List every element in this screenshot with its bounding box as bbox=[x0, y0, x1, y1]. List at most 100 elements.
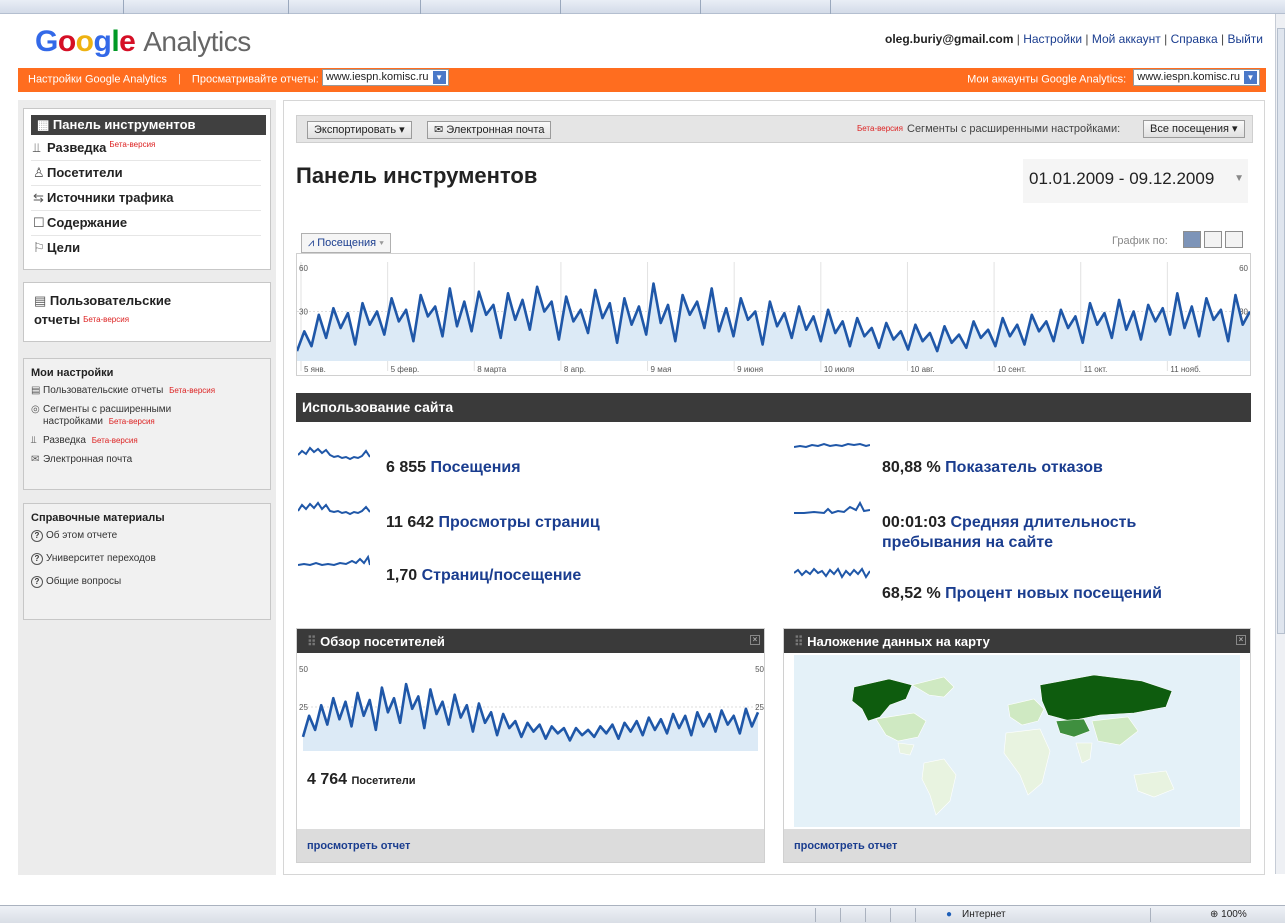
x-tick-label: 11 нояб. bbox=[1170, 365, 1201, 374]
metric-label[interactable]: Показатель отказов bbox=[945, 459, 1103, 476]
metric-value: 1,70 bbox=[386, 567, 418, 584]
nav-item-goals[interactable]: ⚐ Цели bbox=[31, 237, 261, 261]
graph-by-label: График по: bbox=[1112, 235, 1168, 247]
my-settings-intelligence[interactable]: ⫫ Разведка Бета-версия bbox=[31, 435, 263, 447]
metric-value: 11 642 bbox=[386, 514, 435, 531]
security-zone: Интернет bbox=[962, 909, 1006, 920]
reference-box: Справочные материалы ? Об этом отчете ? Ун… bbox=[23, 503, 271, 620]
nav-item-intelligence[interactable]: ⫫ Разведка Бета-версия bbox=[31, 137, 261, 161]
envelope-icon: ✉ bbox=[31, 454, 40, 465]
my-settings-email[interactable]: ✉ Электронная почта bbox=[31, 454, 263, 466]
question-icon: ? bbox=[31, 553, 43, 565]
my-settings-custom-reports[interactable]: ▤ Пользовательские отчеты Бета-версия bbox=[31, 385, 263, 397]
metric-value: 68,52 % bbox=[882, 585, 941, 602]
graph-by-week-button[interactable] bbox=[1204, 231, 1222, 248]
chart-icon: ⫫ bbox=[33, 140, 41, 155]
logo-letter: G bbox=[35, 25, 58, 58]
main-nav: ▦ Панель инструментов ⫫ Разведка Бета-верс… bbox=[23, 108, 271, 270]
date-range-picker[interactable]: 01.01.2009 - 09.12.2009 ▼ bbox=[1023, 159, 1248, 203]
button-label: Экспортировать bbox=[314, 124, 397, 136]
question-icon: ? bbox=[31, 576, 43, 588]
segments-label: Сегменты с расширенными настройками: bbox=[907, 123, 1121, 135]
nav-item-dashboard[interactable]: ▦ Панель инструментов bbox=[31, 115, 266, 135]
nav-item-label: Содержание bbox=[47, 215, 128, 230]
drag-handle-icon: ⠿ bbox=[307, 634, 321, 649]
visitors-count-label: Посетители bbox=[351, 775, 416, 787]
export-button[interactable]: Экспортировать ▾ bbox=[307, 121, 412, 139]
graph-by-month-button[interactable] bbox=[1225, 231, 1243, 248]
chart-icon: ⫫ bbox=[31, 435, 37, 446]
metric-label[interactable]: Страниц/посещение bbox=[422, 567, 582, 584]
metric-label[interactable]: Посещения bbox=[431, 459, 521, 476]
reference-item[interactable]: ? Общие вопросы bbox=[31, 576, 263, 588]
graph-by-day-button[interactable] bbox=[1183, 231, 1201, 248]
nav-item-label: Источники трафика bbox=[47, 190, 174, 205]
status-divider bbox=[890, 908, 891, 922]
reference-item[interactable]: ? Университет переходов bbox=[31, 553, 263, 565]
x-tick-label: 8 апр. bbox=[564, 365, 586, 374]
segments-select[interactable]: Все посещения ▾ bbox=[1143, 120, 1245, 138]
orange-account-bar: Настройки Google Analytics | Просматрива… bbox=[18, 68, 1266, 92]
help-link[interactable]: Справка bbox=[1171, 32, 1218, 46]
account-select[interactable]: www.iespn.komisc.ru ▼ bbox=[1133, 69, 1260, 86]
dashboard-icon: ▦ bbox=[37, 117, 53, 132]
panel-header[interactable]: ⠿ Обзор посетителей × bbox=[297, 629, 764, 653]
metric-select-tab[interactable]: ⩘ Посещения ▾ bbox=[301, 233, 391, 253]
metric-label[interactable]: Средняя длительность bbox=[951, 514, 1137, 531]
reference-item[interactable]: ? Об этом отчете bbox=[31, 530, 263, 542]
logo-letter: o bbox=[57, 25, 76, 58]
sparkline bbox=[298, 501, 370, 516]
x-tick-label: 9 июня bbox=[737, 365, 763, 374]
vertical-scrollbar[interactable] bbox=[1275, 14, 1285, 874]
panel-header[interactable]: ⠿ Наложение данных на карту × bbox=[784, 629, 1250, 653]
zoom-control[interactable]: ⊕ 100% bbox=[1210, 909, 1247, 920]
chevron-down-icon: ▼ bbox=[1244, 70, 1257, 84]
chevron-down-icon: ▾ bbox=[379, 237, 384, 249]
google-analytics-logo[interactable]: Google Analytics bbox=[35, 25, 251, 59]
view-reports-label: Просматривайте отчеты: bbox=[191, 73, 319, 86]
site-select[interactable]: www.iespn.komisc.ru ▼ bbox=[321, 69, 449, 86]
sparkline-pageviews bbox=[298, 501, 370, 516]
y-tick-label: 25 bbox=[299, 703, 308, 712]
tab-divider bbox=[420, 0, 421, 14]
view-report-link[interactable]: просмотреть отчет bbox=[297, 829, 764, 862]
nav-item-label: Посетители bbox=[47, 165, 123, 180]
sign-out-link[interactable]: Выйти bbox=[1227, 32, 1263, 46]
beta-badge: Бета-версия bbox=[169, 386, 216, 395]
my-settings-title: Мои настройки bbox=[31, 367, 114, 379]
scrollbar-thumb[interactable] bbox=[1277, 28, 1285, 634]
account-links: oleg.buriy@gmail.com | Настройки | Мой а… bbox=[885, 32, 1263, 46]
chevron-down-icon: ▼ bbox=[1234, 173, 1244, 184]
my-settings-box: Мои настройки ▤ Пользовательские отчеты Б… bbox=[23, 358, 271, 490]
close-icon[interactable]: × bbox=[750, 635, 760, 645]
metric-value: 00:01:03 bbox=[882, 514, 947, 531]
page-title: Панель инструментов bbox=[296, 163, 538, 188]
my-account-link[interactable]: Мой аккаунт bbox=[1092, 32, 1161, 46]
metric-value: 80,88 % bbox=[882, 459, 941, 476]
metric-label[interactable]: Просмотры страниц bbox=[439, 514, 600, 531]
link-label: Общие вопросы bbox=[46, 576, 122, 587]
nav-item-content[interactable]: ☐ Содержание bbox=[31, 212, 261, 236]
metric-label[interactable]: Процент новых посещений bbox=[945, 585, 1162, 602]
panel-title: Обзор посетителей bbox=[320, 634, 445, 649]
panel-title: Наложение данных на карту bbox=[807, 634, 990, 649]
drag-handle-icon: ⠿ bbox=[794, 634, 808, 649]
segments-icon: ◎ bbox=[31, 404, 40, 415]
analytics-settings-link[interactable]: Настройки Google Analytics bbox=[28, 73, 167, 85]
custom-reports-box[interactable]: ▤ Пользовательские отчеты Бета-версия bbox=[23, 282, 271, 342]
tab-divider bbox=[830, 0, 831, 14]
nav-item-visitors[interactable]: ♙ Посетители bbox=[31, 162, 261, 186]
nav-item-traffic-sources[interactable]: ⇆ Источники трафика bbox=[31, 187, 261, 211]
metric-label-line2[interactable]: пребывания на сайте bbox=[882, 534, 1053, 551]
close-icon[interactable]: × bbox=[1236, 635, 1246, 645]
map-overlay-panel: ⠿ Наложение данных на карту × просмотреть… bbox=[783, 628, 1251, 863]
visitors-overview-panel: ⠿ Обзор посетителей × 50 25 50 25 4 764 Посе… bbox=[296, 628, 765, 863]
metric-visits: 6 855 Посещения bbox=[386, 458, 521, 478]
settings-link[interactable]: Настройки bbox=[1023, 32, 1082, 46]
view-report-link[interactable]: просмотреть отчет bbox=[784, 829, 1250, 862]
email-button[interactable]: ✉ Электронная почта bbox=[427, 121, 552, 139]
metric-value: 6 855 bbox=[386, 459, 427, 476]
my-settings-segments[interactable]: ◎ Сегменты с расширенными настройками Бета… bbox=[31, 404, 263, 428]
account-select-value: www.iespn.komisc.ru bbox=[1137, 71, 1240, 83]
link-label: Электронная почта bbox=[43, 454, 133, 465]
